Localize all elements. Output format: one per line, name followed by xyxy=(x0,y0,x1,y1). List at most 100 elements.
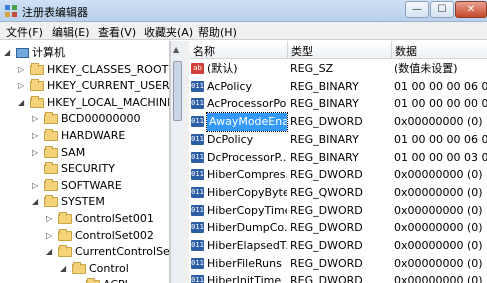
binary-value-icon: 011 xyxy=(191,275,204,283)
menu-edit[interactable]: 编辑(E) xyxy=(52,24,90,40)
tree-node[interactable]: ▷ SOFTWARE xyxy=(32,177,122,195)
binary-value-icon: 011 xyxy=(191,151,204,163)
folder-icon xyxy=(44,129,58,141)
value-type: REG_SZ xyxy=(290,62,334,75)
tree-node-label: SYSTEM xyxy=(61,195,105,209)
collapsed-arrow-icon[interactable]: ▷ xyxy=(32,144,42,162)
folder-icon xyxy=(30,62,44,75)
binary-value-icon: 011 xyxy=(191,186,204,198)
tree-node-label: 计算机 xyxy=(32,46,65,59)
tree-node[interactable]: ACPI xyxy=(74,276,128,283)
table-row[interactable]: 011 HiberInitTime REG_DWORD 0x00000000 (0) xyxy=(189,272,487,283)
table-row[interactable]: 011AwayModeEna...REG_DWORD 0x00000000 (0) xyxy=(189,112,487,133)
folder-icon xyxy=(58,212,72,224)
tree-node-label: ACPI xyxy=(103,278,128,283)
collapsed-arrow-icon[interactable]: ▷ xyxy=(18,77,28,95)
table-row[interactable]: 011 HiberDumpCo... REG_DWORD 0x00000000 (0) xyxy=(189,219,487,237)
tree-node[interactable]: ▷ HARDWARE xyxy=(32,127,125,145)
value-type: REG_QWORD xyxy=(290,185,363,199)
values-list[interactable]: 名称 类型 数据 ab (默认) REG_SZ (数值未设置) 011 AcPolicy R… xyxy=(189,41,487,283)
collapsed-arrow-icon[interactable]: ▷ xyxy=(18,61,28,79)
title-bar[interactable]: 注册表编辑器 — ☐ ✕ xyxy=(0,0,487,22)
value-name: HiberCompres... xyxy=(207,168,287,182)
column-divider[interactable] xyxy=(391,41,392,59)
collapsed-arrow-icon[interactable]: ▷ xyxy=(32,177,42,195)
binary-value-icon: 011 xyxy=(191,133,204,145)
tree-node-label: BCD00000000 xyxy=(61,112,141,126)
table-row[interactable]: 011 DcPolicy REG_BINARY 01 00 00 00 06 0 xyxy=(189,131,487,149)
value-data: 0x00000000 (0) xyxy=(394,115,483,129)
column-header-data[interactable]: 数据 xyxy=(395,43,417,59)
column-header-name[interactable]: 名称 xyxy=(193,43,215,59)
expanded-arrow-icon[interactable]: ◢ xyxy=(46,243,56,261)
table-row[interactable]: 011HiberCompres...REG_DWORD 0x00000000 (0… xyxy=(189,166,487,184)
column-divider[interactable] xyxy=(287,41,288,59)
expanded-arrow-icon[interactable]: ◢ xyxy=(60,260,70,278)
tree-node[interactable]: ◢ 计算机 xyxy=(4,44,65,62)
scroll-up-arrow-icon[interactable]: ▲ xyxy=(173,45,179,54)
expanded-arrow-icon[interactable]: ◢ xyxy=(32,193,42,211)
collapsed-arrow-icon[interactable]: ▷ xyxy=(46,210,56,228)
tree-node[interactable]: SECURITY xyxy=(32,160,115,178)
tree-node[interactable]: ▷ BCD00000000 xyxy=(32,110,141,128)
menu-view[interactable]: 查看(V) xyxy=(98,24,136,40)
value-name: HiberElapsedT... xyxy=(207,239,287,252)
value-data: 01 00 00 00 00 0 xyxy=(394,97,487,111)
value-data: 01 00 00 00 03 0 xyxy=(394,150,487,164)
close-button[interactable]: ✕ xyxy=(455,1,487,18)
tree-node[interactable]: ◢ SYSTEM xyxy=(32,193,105,211)
binary-value-icon: 011 xyxy=(191,169,204,181)
menu-favorites[interactable]: 收藏夹(A) xyxy=(144,24,193,40)
value-type: REG_DWORD xyxy=(290,274,363,283)
computer-icon xyxy=(16,48,29,58)
collapsed-arrow-icon[interactable]: ▷ xyxy=(32,127,42,145)
value-name: HiberInitTime xyxy=(207,274,282,283)
value-name: HiberFileRuns xyxy=(207,256,282,270)
table-row[interactable]: ab (默认) REG_SZ (数值未设置) xyxy=(189,60,487,78)
tree-node-label: HARDWARE xyxy=(61,129,126,142)
tree-node[interactable]: ▷ SAM xyxy=(32,144,85,162)
tree-node[interactable]: ▷ ControlSet001 xyxy=(46,210,154,228)
table-row[interactable]: 011 HiberFileRuns REG_DWORD 0x00000000 (0) xyxy=(189,255,487,273)
expanded-arrow-icon[interactable]: ◢ xyxy=(4,44,14,62)
window-title: 注册表编辑器 xyxy=(22,6,88,19)
binary-value-icon: 011 xyxy=(191,204,204,216)
tree-node[interactable]: ◢ CurrentControlSe xyxy=(46,243,169,261)
menu-help[interactable]: 帮助(H) xyxy=(198,24,237,40)
value-data: 0x00000000 (0) xyxy=(394,221,483,235)
folder-icon xyxy=(44,178,58,191)
binary-value-icon: 011 xyxy=(191,80,204,92)
folder-icon xyxy=(44,112,58,125)
tree-node[interactable]: ◢ Control xyxy=(60,260,129,278)
table-row[interactable]: 011 HiberElapsedT... REG_DWORD 0x00000000 (… xyxy=(189,237,487,255)
tree-node[interactable]: ▷ ControlSet002 xyxy=(46,227,154,245)
tree-node[interactable]: ▷ HKEY_CLASSES_ROOT xyxy=(18,61,168,79)
tree-scrollbar[interactable]: ▲ xyxy=(170,41,184,283)
folder-icon xyxy=(44,162,58,175)
folder-icon xyxy=(30,79,44,92)
expanded-arrow-icon[interactable]: ◢ xyxy=(18,94,28,112)
table-row[interactable]: 011AcProcessorPo...REG_BINARY 01 00 00 00… xyxy=(189,95,487,113)
folder-icon xyxy=(44,145,58,158)
table-row[interactable]: 011 DcProcessorP... REG_BINARY 01 00 00 00 … xyxy=(189,149,487,167)
string-value-icon: ab xyxy=(191,63,204,74)
registry-tree[interactable]: ◢ 计算机 ▷ HKEY_CLASSES_ROOT ▷ HKEY_CURRENT_USER… xyxy=(0,41,170,283)
scrollbar-thumb[interactable] xyxy=(173,61,182,121)
table-row[interactable]: 011 HiberCopyBytes REG_QWORD 0x00000000 (0) xyxy=(189,184,487,202)
menu-file[interactable]: 文件(F) xyxy=(6,24,43,40)
minimize-button[interactable]: — xyxy=(405,1,429,18)
tree-node[interactable]: ◢ HKEY_LOCAL_MACHINE xyxy=(18,94,169,112)
collapsed-arrow-icon[interactable]: ▷ xyxy=(46,227,56,245)
tree-node[interactable]: ▷ HKEY_CURRENT_USER xyxy=(18,77,169,95)
tree-node-label: SECURITY xyxy=(61,162,115,176)
collapsed-arrow-icon[interactable]: ▷ xyxy=(32,110,42,128)
maximize-button[interactable]: ☐ xyxy=(430,1,454,18)
table-row[interactable]: 011 AcPolicy REG_BINARY 01 00 00 00 06 0 xyxy=(189,78,487,96)
value-name: DcProcessorP... xyxy=(207,150,287,164)
value-type: REG_BINARY xyxy=(290,132,359,146)
binary-value-icon: 011 xyxy=(191,116,204,128)
column-header-type[interactable]: 类型 xyxy=(291,43,313,59)
table-row[interactable]: 011 HiberCopyTime REG_DWORD 0x00000000 (0) xyxy=(189,202,487,220)
value-type: REG_DWORD xyxy=(290,203,363,217)
binary-value-icon: 011 xyxy=(191,257,204,269)
